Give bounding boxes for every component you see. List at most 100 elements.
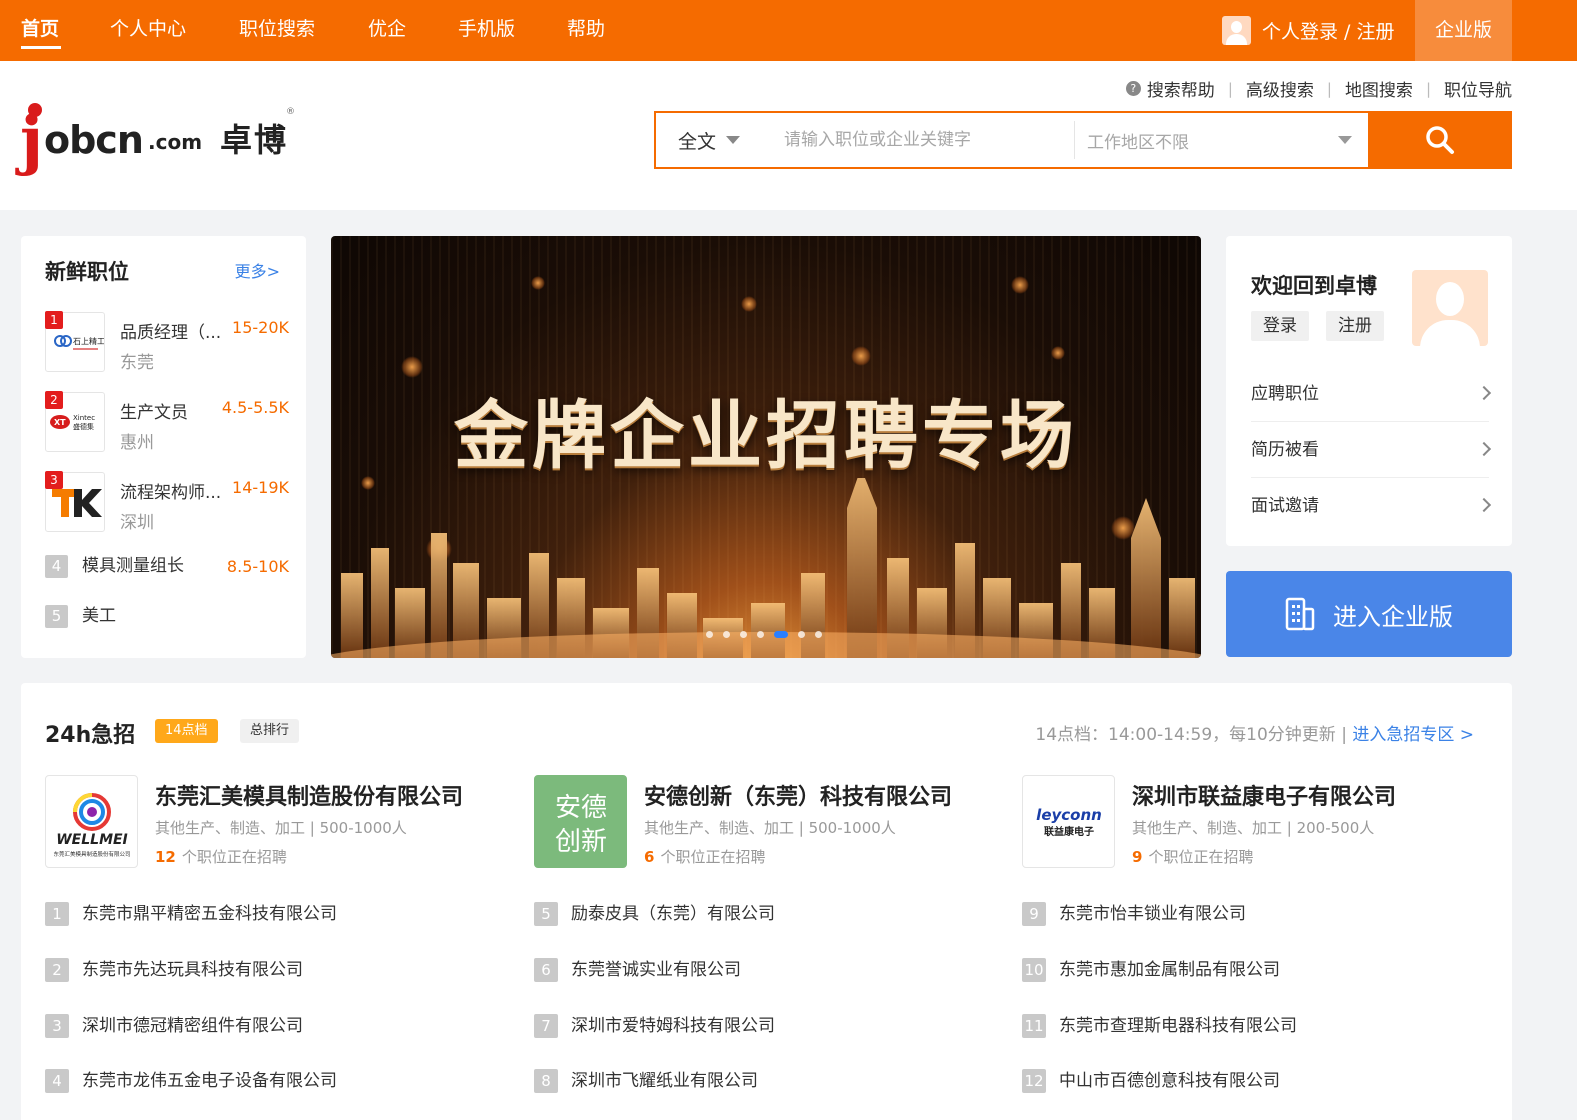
- featured-company[interactable]: WELLMEI 东莞汇美模具制造股份有限公司 东莞汇美模具制造股份有限公司 其他…: [45, 775, 505, 869]
- company-name: 东莞市查理斯电器科技有限公司: [1059, 1016, 1297, 1036]
- svg-text:WELLMEI: WELLMEI: [56, 832, 128, 848]
- site-logo[interactable]: j obcn .com 卓博 ®: [20, 101, 300, 191]
- nav-home[interactable]: 首页: [21, 14, 59, 44]
- open-positions: 12 个职位正在招聘: [155, 846, 287, 867]
- bokeh-light: [401, 356, 423, 378]
- job-navigation-link[interactable]: 职位导航: [1444, 76, 1512, 101]
- carousel-dot[interactable]: [757, 631, 764, 638]
- chevron-down-icon: [1338, 136, 1352, 144]
- job-city: 惠州: [120, 433, 154, 453]
- job-city: 深圳: [120, 513, 154, 533]
- menu-label: 面试邀请: [1251, 496, 1319, 516]
- personal-login-link[interactable]: 个人登录 / 注册: [1222, 14, 1394, 46]
- logo-cn-name: 卓博: [220, 121, 289, 159]
- rank-number: 8: [534, 1069, 558, 1093]
- svg-text:联益康电子: 联益康电子: [1044, 825, 1094, 838]
- promo-banner[interactable]: 金牌企业招聘专场: [331, 236, 1201, 658]
- featured-company[interactable]: 安德 创新 安德创新（东莞）科技有限公司 其他生产、制造、加工 | 500-10…: [534, 775, 994, 869]
- map-search-link[interactable]: 地图搜索: [1345, 76, 1413, 101]
- menu-resume-viewed[interactable]: 简历被看: [1251, 422, 1492, 478]
- svg-text:石上精工: 石上精工: [73, 336, 104, 346]
- menu-label: 应聘职位: [1251, 384, 1319, 404]
- search-type-select[interactable]: 全文: [656, 113, 764, 167]
- job-item[interactable]: 4 模具测量组长 8.5-10K: [45, 555, 289, 579]
- carousel-dot[interactable]: [798, 631, 805, 638]
- company-meta: 其他生产、制造、加工 | 500-1000人: [644, 819, 896, 837]
- company-name: 东莞市鼎平精密五金科技有限公司: [82, 904, 337, 924]
- divider: |: [1227, 79, 1233, 98]
- time-slot-tab[interactable]: 14点档: [155, 719, 218, 743]
- carousel-dot[interactable]: [740, 631, 747, 638]
- carousel-dot[interactable]: [723, 631, 730, 638]
- job-title: 流程架构师...: [120, 483, 222, 503]
- svg-text:盛德集: 盛德集: [73, 422, 94, 431]
- carousel-dots: [706, 631, 832, 638]
- rank-number: 3: [45, 1014, 69, 1038]
- logo-j: j: [20, 103, 44, 178]
- enterprise-edition-tab[interactable]: 企业版: [1415, 0, 1512, 61]
- nav-mobile[interactable]: 手机版: [458, 14, 515, 44]
- rank-number: 4: [45, 555, 68, 578]
- more-jobs-link[interactable]: 更多>: [235, 258, 280, 282]
- rank-number: 7: [534, 1014, 558, 1038]
- banner-headline: 金牌企业招聘专场: [454, 393, 1078, 479]
- urgent-title: 24h急招: [45, 717, 135, 749]
- rank-number: 10: [1022, 958, 1046, 982]
- svg-text:XT: XT: [54, 418, 66, 427]
- nav-active-indicator: [21, 46, 61, 49]
- open-positions-label: 个职位正在招聘: [1148, 848, 1254, 866]
- carousel-dot-active[interactable]: [774, 631, 788, 638]
- chevron-right-icon: [1476, 441, 1492, 457]
- job-item[interactable]: 5 美工: [45, 605, 285, 629]
- area-select[interactable]: 工作地区不限: [1074, 121, 1368, 159]
- company-logo: WELLMEI 东莞汇美模具制造股份有限公司: [45, 775, 138, 868]
- urgent-zone-link[interactable]: 进入急招专区 >: [1352, 725, 1474, 745]
- overall-rank-tab[interactable]: 总排行: [240, 719, 300, 743]
- rank-badge: 3: [45, 471, 63, 489]
- menu-applied-jobs[interactable]: 应聘职位: [1251, 366, 1492, 422]
- menu-interview-invites[interactable]: 面试邀请: [1251, 478, 1492, 534]
- top-nav: 首页 个人中心 职位搜索 优企 手机版 帮助 个人登录 / 注册 企业版: [0, 0, 1577, 61]
- divider: |: [1425, 79, 1431, 98]
- nav-job-search[interactable]: 职位搜索: [239, 14, 315, 44]
- question-icon: ?: [1125, 81, 1141, 96]
- company-name: 深圳市爱特姆科技有限公司: [571, 1016, 775, 1036]
- advanced-search-link[interactable]: 高级搜索: [1246, 76, 1314, 101]
- company-name: 深圳市德冠精密组件有限公司: [82, 1016, 303, 1036]
- nav-premium-companies[interactable]: 优企: [368, 14, 406, 44]
- welcome-panel: 欢迎回到卓博 登录 注册 应聘职位 简历被看 面试邀请: [1226, 236, 1512, 546]
- company-meta: 其他生产、制造、加工 | 200-500人: [1132, 819, 1375, 837]
- open-positions: 9 个职位正在招聘: [1132, 846, 1253, 867]
- search-bar: 全文 工作地区不限: [654, 111, 1512, 169]
- featured-company[interactable]: leyconn 联益康电子 深圳市联益康电子有限公司 其他生产、制造、加工 | …: [1022, 775, 1482, 869]
- job-salary: 8.5-10K: [226, 557, 289, 576]
- search-help-link[interactable]: 搜索帮助: [1147, 76, 1215, 101]
- header-links: ? 搜索帮助 | 高级搜索 | 地图搜索 | 职位导航: [1125, 76, 1512, 101]
- user-avatar-icon: [1222, 15, 1251, 45]
- search-button[interactable]: [1368, 111, 1512, 169]
- carousel-dot[interactable]: [706, 631, 713, 638]
- registered-mark: ®: [286, 107, 295, 117]
- welcome-title: 欢迎回到卓博: [1251, 274, 1377, 298]
- keyword-input[interactable]: [764, 113, 1074, 167]
- login-button[interactable]: 登录: [1251, 311, 1309, 341]
- rank-badge: 2: [45, 391, 63, 409]
- search-icon: [1426, 126, 1454, 154]
- fresh-jobs-title: 新鲜职位: [45, 256, 135, 286]
- nav-help[interactable]: 帮助: [567, 14, 605, 44]
- company-name: 东莞汇美模具制造股份有限公司: [155, 785, 464, 810]
- fresh-jobs-title-text: 新鲜职位: [45, 260, 129, 284]
- nav-personal-center[interactable]: 个人中心: [110, 14, 186, 44]
- enter-enterprise-label: 进入企业版: [1333, 602, 1453, 631]
- enter-enterprise-button[interactable]: 进入企业版: [1226, 571, 1512, 657]
- open-positions-count: 9: [1132, 848, 1143, 866]
- company-name: 中山市百德创意科技有限公司: [1059, 1071, 1280, 1091]
- bokeh-light: [851, 346, 871, 366]
- carousel-dot[interactable]: [815, 631, 822, 638]
- header: j obcn .com 卓博 ® ? 搜索帮助 | 高级搜索 | 地图搜索 | …: [0, 61, 1577, 210]
- register-button[interactable]: 注册: [1326, 311, 1384, 341]
- company-name: 励泰皮具（东莞）有限公司: [571, 904, 775, 924]
- open-positions: 6 个职位正在招聘: [644, 846, 765, 867]
- company-logo: 安德 创新: [534, 775, 627, 868]
- svg-text:创新: 创新: [555, 827, 607, 857]
